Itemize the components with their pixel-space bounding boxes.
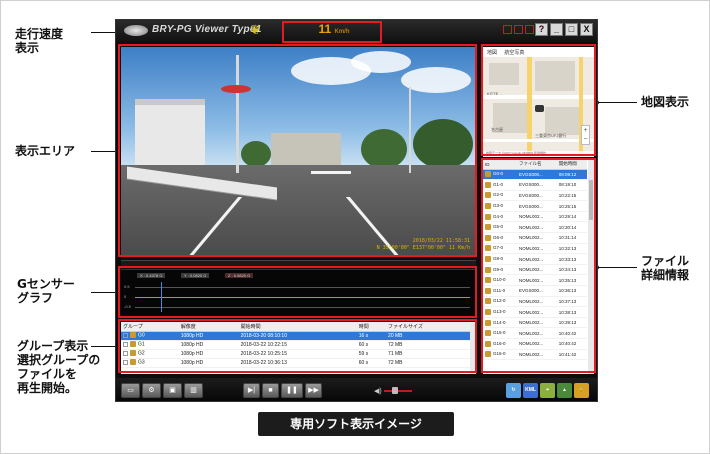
annotation-map: 地図表示 <box>641 95 690 109</box>
layout-split-button[interactable] <box>514 25 523 34</box>
volume-slider-handle[interactable] <box>392 387 398 394</box>
fast-forward-button[interactable]: ▶▶ <box>305 383 322 398</box>
highlight-speed <box>282 21 382 43</box>
highlight-g-sensor <box>118 266 477 318</box>
maximize-button[interactable]: □ <box>565 23 578 36</box>
map-export-icon[interactable]: ⌖ <box>540 383 555 398</box>
app-logo-icon <box>124 25 148 36</box>
save-button[interactable]: ▣ <box>163 383 182 398</box>
volume-slider[interactable] <box>384 390 412 392</box>
annotation-display-area: 表示エリア <box>15 144 76 158</box>
leaf-icon: ❦ <box>250 22 261 37</box>
annotation-file-line <box>594 265 637 270</box>
graph-icon[interactable]: ▲ <box>557 383 572 398</box>
open-folder-button[interactable]: ▭ <box>121 383 140 398</box>
minimize-button[interactable]: _ <box>550 23 563 36</box>
highlight-file-list <box>481 158 596 373</box>
window-buttons: ? _ □ X <box>535 23 593 36</box>
highlight-display-area <box>118 44 477 257</box>
layout-single-button[interactable] <box>503 25 512 34</box>
annotation-map-line <box>594 100 637 105</box>
stop-button[interactable]: ■ <box>262 383 279 398</box>
figure-frame: 走行速度 表示 表示エリア Gセンサー グラフ グループ表示 選択グループの フ… <box>0 0 710 454</box>
layout-quad-button[interactable] <box>525 25 534 34</box>
annotation-g-sensor: Gセンサー グラフ <box>17 277 75 305</box>
app-title: BRY-PG Viewer Type1 <box>152 24 262 35</box>
caption: 専用ソフト表示イメージ <box>258 412 454 436</box>
highlight-map <box>481 44 596 156</box>
pause-button[interactable]: ❚❚ <box>281 383 303 398</box>
lock-icon[interactable]: 🔒 <box>574 383 589 398</box>
delete-icon[interactable]: ▥ <box>184 383 203 398</box>
close-button[interactable]: X <box>580 23 593 36</box>
annotation-speed: 走行速度 表示 <box>15 27 64 55</box>
annotation-file: ファイル 詳細情報 <box>641 254 690 282</box>
annotation-group: グループ表示 選択グループの ファイルを 再生開始。 <box>17 339 101 395</box>
highlight-group-list <box>118 319 477 373</box>
view-layout-buttons <box>503 25 534 34</box>
frame-step-button[interactable]: ▶| <box>243 383 260 398</box>
kml-button[interactable]: KML <box>523 383 538 398</box>
refresh-icon[interactable]: ↻ <box>506 383 521 398</box>
control-bar: ▭ ⚙ ▣ ▥ ▶| ■ ❚❚ ▶▶ ◀) ↻ KML ⌖ ▲ 🔒 <box>116 378 597 401</box>
help-button[interactable]: ? <box>535 23 548 36</box>
settings-button[interactable]: ⚙ <box>142 383 161 398</box>
speaker-icon: ◀) <box>374 388 382 395</box>
